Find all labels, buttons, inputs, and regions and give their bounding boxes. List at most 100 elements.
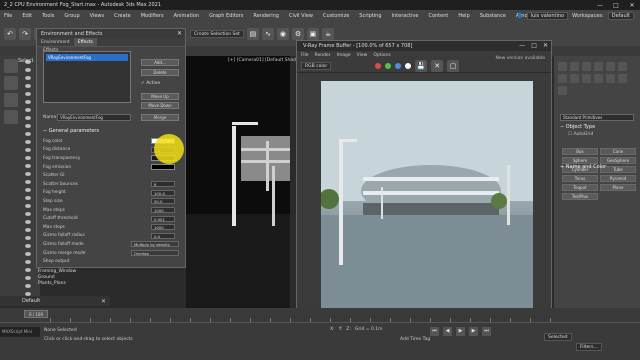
menu-animation[interactable]: Animation — [174, 13, 200, 19]
name-field[interactable]: VRayEnvironmentFog — [57, 114, 131, 121]
teapot-button[interactable]: Teapot — [562, 184, 598, 191]
maxscript-listener[interactable]: MAXScript Mini — [0, 327, 40, 337]
active-checkbox[interactable]: ✓ Active — [141, 81, 160, 86]
eye-icon[interactable] — [25, 116, 31, 120]
move-up-button[interactable]: Move Up — [141, 93, 179, 100]
add-time-tag[interactable]: Add Time Tag — [400, 337, 430, 342]
key-mode-dropdown[interactable]: Selected — [544, 333, 572, 341]
param-value-field[interactable]: 50.0 — [151, 198, 175, 205]
user-icon[interactable]: 👤 — [516, 13, 522, 19]
camera-viewport[interactable] — [186, 56, 290, 308]
green-channel-icon[interactable] — [385, 62, 392, 69]
maximize-button[interactable]: □ — [531, 42, 537, 49]
close-icon[interactable]: ✕ — [177, 30, 182, 37]
geometry-icon[interactable] — [558, 74, 567, 83]
primitives-dropdown[interactable]: Standard Primitives — [560, 114, 634, 121]
play-icon[interactable]: ▶ — [456, 327, 465, 336]
eye-icon[interactable] — [25, 188, 31, 192]
time-slider[interactable]: 0 / 100 — [24, 310, 48, 318]
menu-modifiers[interactable]: Modifiers — [141, 13, 164, 19]
systems-icon[interactable] — [558, 86, 567, 95]
close-button[interactable]: ✕ — [543, 42, 548, 49]
close-button[interactable]: ✕ — [626, 1, 638, 9]
menu-file[interactable]: File — [4, 13, 12, 19]
param-value-field[interactable]: 0.001 — [151, 215, 175, 222]
eye-icon[interactable] — [25, 252, 31, 256]
create-tab-icon[interactable] — [558, 62, 567, 71]
eye-icon[interactable] — [25, 140, 31, 144]
lights-icon[interactable] — [582, 74, 591, 83]
display-tab-icon[interactable] — [606, 62, 615, 71]
eye-icon[interactable] — [25, 156, 31, 160]
eye-icon[interactable] — [25, 100, 31, 104]
merge-button[interactable]: Merge — [141, 114, 179, 121]
utilities-tab-icon[interactable] — [618, 62, 627, 71]
select-tool-icon[interactable] — [4, 59, 18, 73]
shapes-icon[interactable] — [570, 74, 579, 83]
layer-icon[interactable]: ▤ — [246, 28, 259, 40]
goto-start-icon[interactable]: ⏮ — [430, 327, 439, 336]
scene-explorer-select-label[interactable]: Select — [18, 58, 33, 64]
eye-icon[interactable] — [25, 108, 31, 112]
eye-icon[interactable] — [25, 212, 31, 216]
eye-icon[interactable] — [25, 132, 31, 136]
menu-interactive[interactable]: Interactive — [392, 13, 419, 19]
close-icon[interactable]: ✕ — [101, 298, 106, 305]
param-dropdown[interactable]: Overlap — [131, 250, 179, 257]
edit-tool-icon[interactable] — [4, 93, 18, 107]
next-frame-icon[interactable]: ▶ — [469, 327, 478, 336]
menu-civil-view[interactable]: Civil View — [289, 13, 313, 19]
vfb-menu-options[interactable]: Options — [373, 53, 390, 58]
cameras-icon[interactable] — [594, 74, 603, 83]
eye-icon[interactable] — [25, 68, 31, 72]
teapot-icon[interactable]: ☕ — [321, 28, 334, 40]
undo-icon[interactable]: ↶ — [4, 28, 16, 40]
torus-button[interactable]: Torus — [562, 175, 598, 182]
eye-icon[interactable] — [25, 164, 31, 168]
eye-icon[interactable] — [25, 220, 31, 224]
box-button[interactable]: Box — [562, 148, 598, 155]
scene-item[interactable]: Plants_Plans — [38, 281, 118, 287]
menu-tools[interactable]: Tools — [42, 13, 54, 19]
move-down-button[interactable]: Move Down — [141, 102, 179, 109]
default-layer-label[interactable]: Default — [22, 298, 40, 304]
geosphere-button[interactable]: GeoSphere — [600, 157, 636, 164]
param-dropdown[interactable]: Multiply by density — [131, 241, 179, 248]
menu-edit[interactable]: Edit — [22, 13, 32, 19]
red-channel-icon[interactable] — [375, 62, 382, 69]
viewport-label[interactable]: [+] [Camera01] [Default Shading] — [228, 58, 305, 63]
rendered-image[interactable] — [321, 81, 533, 317]
param-value-field[interactable]: 1000 — [151, 207, 175, 214]
cone-button[interactable]: Cone — [600, 148, 636, 155]
eye-icon[interactable] — [25, 268, 31, 272]
vfb-menu-image[interactable]: Image — [337, 53, 351, 58]
param-value-field[interactable]: 1000 — [151, 224, 175, 231]
render-icon[interactable]: ▣ — [306, 28, 319, 40]
eye-icon[interactable] — [25, 204, 31, 208]
eye-icon[interactable] — [25, 196, 31, 200]
vfb-menu-file[interactable]: File — [301, 53, 309, 58]
eye-icon[interactable] — [25, 92, 31, 96]
eye-icon[interactable] — [25, 124, 31, 128]
eye-icon[interactable] — [25, 84, 31, 88]
spacewarps-icon[interactable] — [618, 74, 627, 83]
z-coord-label[interactable]: Z: — [346, 327, 351, 332]
render-region-icon[interactable]: ▢ — [447, 59, 460, 72]
motion-tab-icon[interactable] — [594, 62, 603, 71]
eye-icon[interactable] — [25, 284, 31, 288]
menu-help[interactable]: Help — [458, 13, 469, 19]
vfb-menu-view[interactable]: View — [357, 53, 368, 58]
pyramid-button[interactable]: Pyramid — [600, 175, 636, 182]
display-tool-icon[interactable] — [4, 76, 18, 90]
render-setup-icon[interactable]: ⚙ — [291, 28, 304, 40]
mono-channel-icon[interactable] — [405, 62, 412, 69]
curve-editor-icon[interactable]: ∿ — [261, 28, 274, 40]
eye-icon[interactable] — [25, 76, 31, 80]
general-parameters-title[interactable]: − General parameters — [43, 128, 99, 134]
eye-icon[interactable] — [25, 244, 31, 248]
x-coord-label[interactable]: X: — [330, 327, 335, 332]
delete-button[interactable]: Delete — [141, 69, 179, 76]
tab-effects[interactable]: Effects — [73, 38, 98, 46]
maximize-button[interactable]: □ — [610, 1, 622, 9]
redo-icon[interactable]: ↷ — [19, 28, 31, 40]
